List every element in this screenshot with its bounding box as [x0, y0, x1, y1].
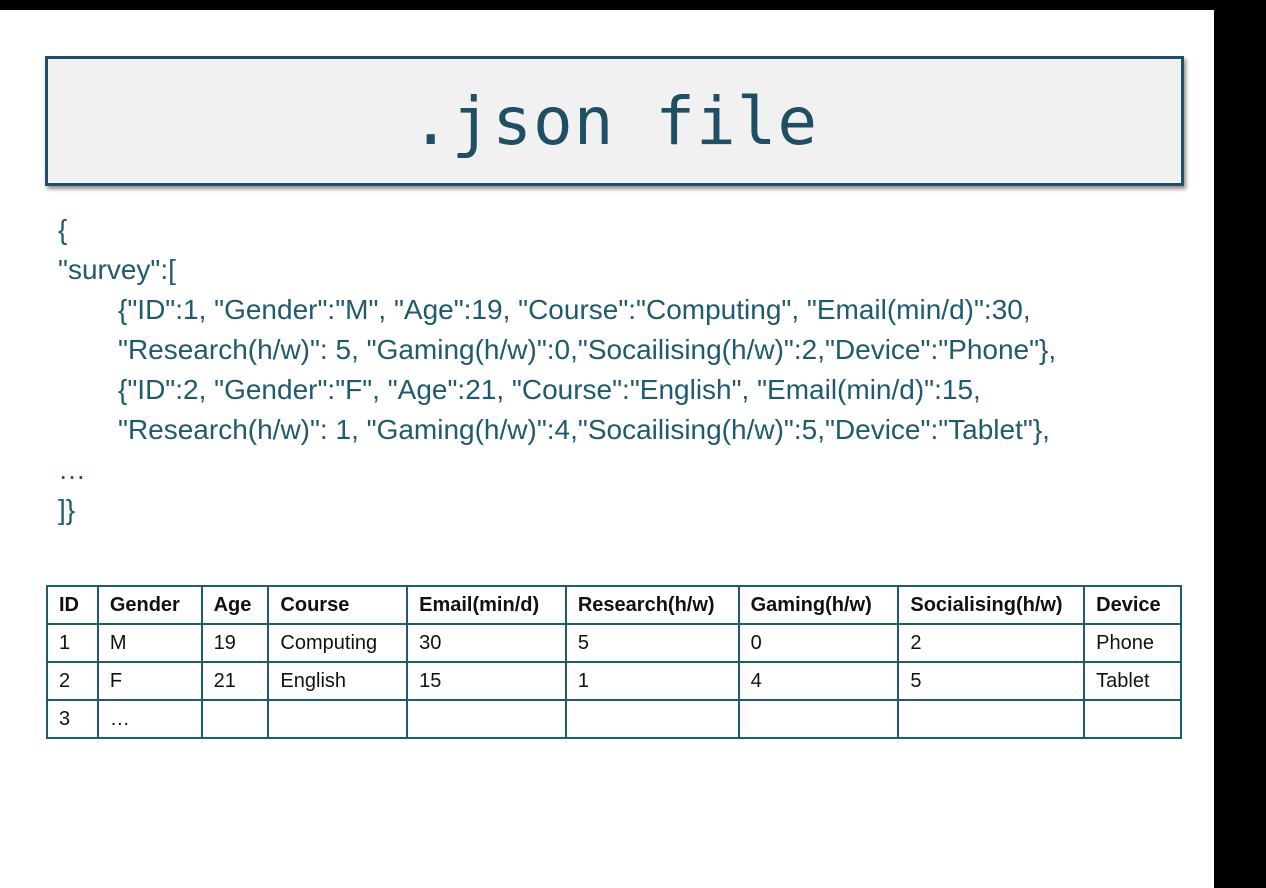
table-cell: 3: [46, 699, 99, 739]
column-header: Device: [1083, 585, 1182, 625]
code-line: ]}: [58, 494, 76, 525]
table-cell: …: [96, 699, 203, 739]
column-header: Email(min/d): [406, 585, 567, 625]
code-line: "Research(h/w)": 1, "Gaming(h/w)":4,"Soc…: [118, 414, 1050, 445]
table-cell: 30: [406, 623, 567, 663]
table-cell: 5: [564, 623, 740, 663]
table-cell: [897, 699, 1086, 739]
table-cell: Tablet: [1083, 661, 1182, 701]
table-cell: 5: [897, 661, 1086, 701]
slide: .json file { "survey":[ {"ID":1, "Gender…: [0, 10, 1214, 888]
code-line: {"ID":1, "Gender":"M", "Age":19, "Course…: [118, 294, 1031, 325]
slide-title: .json file: [410, 82, 819, 160]
table-header-row: ID Gender Age Course Email(min/d) Resear…: [46, 585, 1182, 625]
column-header: Socialising(h/w): [897, 585, 1086, 625]
column-header: Research(h/w): [564, 585, 740, 625]
table-cell: Computing: [267, 623, 409, 663]
table-cell: 2: [897, 623, 1086, 663]
table-cell: 1: [46, 623, 99, 663]
table-cell: 4: [737, 661, 900, 701]
column-header: Age: [200, 585, 270, 625]
table-cell: English: [267, 661, 409, 701]
table-row: 2 F 21 English 15 1 4 5 Tablet: [46, 661, 1182, 701]
table-cell: M: [96, 623, 203, 663]
table-cell: [200, 699, 270, 739]
table-row: 1 M 19 Computing 30 5 0 2 Phone: [46, 623, 1182, 663]
code-line: {"ID":2, "Gender":"F", "Age":21, "Course…: [118, 374, 981, 405]
column-header: Gender: [96, 585, 203, 625]
table-row: 3 …: [46, 699, 1182, 739]
table-cell: [564, 699, 740, 739]
code-line: …: [58, 454, 86, 485]
code-line: {: [58, 214, 68, 245]
table-cell: [737, 699, 900, 739]
table-cell: 19: [200, 623, 270, 663]
table-cell: 21: [200, 661, 270, 701]
table-cell: 15: [406, 661, 567, 701]
code-line: "Research(h/w)": 5, "Gaming(h/w)":0,"Soc…: [118, 334, 1057, 365]
code-line: "survey":[: [58, 254, 176, 285]
table-cell: 2: [46, 661, 99, 701]
title-box: .json file: [45, 56, 1184, 186]
table-cell: [267, 699, 409, 739]
json-code-block: { "survey":[ {"ID":1, "Gender":"M", "Age…: [58, 210, 1188, 530]
column-header: Gaming(h/w): [737, 585, 900, 625]
survey-table: ID Gender Age Course Email(min/d) Resear…: [46, 585, 1182, 739]
table-cell: F: [96, 661, 203, 701]
table-cell: 0: [737, 623, 900, 663]
column-header: Course: [267, 585, 409, 625]
table-cell: [406, 699, 567, 739]
table-cell: 1: [564, 661, 740, 701]
table-cell: Phone: [1083, 623, 1182, 663]
column-header: ID: [46, 585, 99, 625]
table-cell: [1083, 699, 1182, 739]
